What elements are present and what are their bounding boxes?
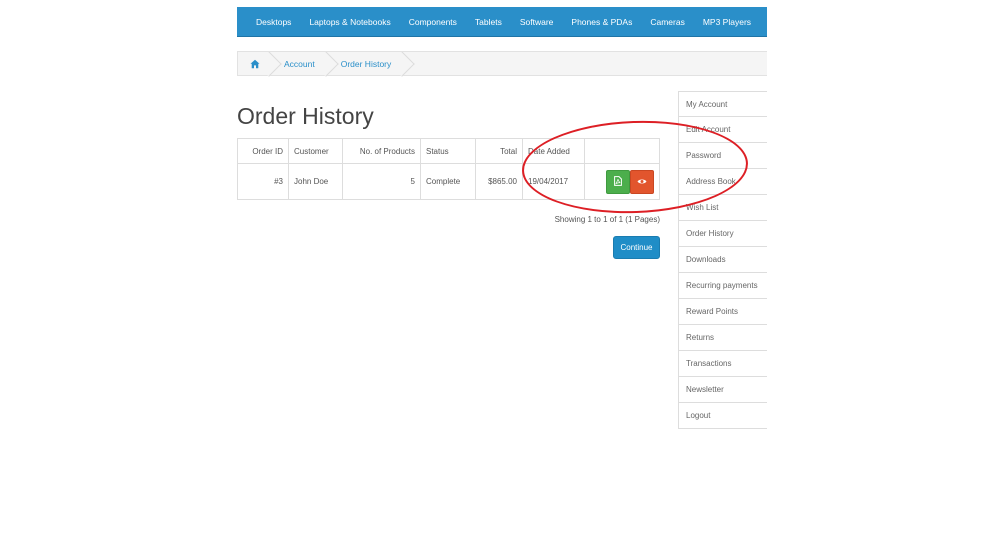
header-actions xyxy=(584,138,660,164)
page-title: Order History xyxy=(237,103,374,129)
sidebar-item-order-history[interactable]: Order History xyxy=(678,221,767,247)
nav-item-cameras[interactable]: Cameras xyxy=(650,17,684,27)
cell-status: Complete xyxy=(420,163,476,200)
cell-order-id: #3 xyxy=(237,163,289,200)
sidebar-item-downloads[interactable]: Downloads xyxy=(678,247,767,273)
account-sidebar: My Account Edit Account Password Address… xyxy=(678,91,767,429)
sidebar-item-returns[interactable]: Returns xyxy=(678,325,767,351)
sidebar-item-wish-list[interactable]: Wish List xyxy=(678,195,767,221)
cell-actions xyxy=(584,163,660,200)
sidebar-item-password[interactable]: Password xyxy=(678,143,767,169)
pagination-results: Showing 1 to 1 of 1 (1 Pages) xyxy=(554,215,660,224)
nav-item-phones-pdas[interactable]: Phones & PDAs xyxy=(571,17,632,27)
eye-icon xyxy=(637,179,647,184)
nav-item-laptops-notebooks[interactable]: Laptops & Notebooks xyxy=(309,17,390,27)
breadcrumb-order-history-label: Order History xyxy=(340,58,392,69)
table-row: #3 John Doe 5 Complete $865.00 19/04/201… xyxy=(237,163,660,200)
header-products: No. of Products xyxy=(342,138,421,164)
view-button[interactable] xyxy=(630,169,654,194)
order-table: Order ID Customer No. of Products Status… xyxy=(237,138,660,200)
nav-item-tablets[interactable]: Tablets xyxy=(475,17,502,27)
sidebar-item-reward-points[interactable]: Reward Points xyxy=(678,299,767,325)
breadcrumb-home[interactable] xyxy=(238,52,272,75)
header-customer: Customer xyxy=(288,138,343,164)
sidebar-item-logout[interactable]: Logout xyxy=(678,403,767,429)
sidebar-item-address-book[interactable]: Address Book xyxy=(678,169,767,195)
continue-button[interactable]: Continue xyxy=(613,236,660,259)
nav-item-desktops[interactable]: Desktops xyxy=(256,17,291,27)
pdf-button[interactable] xyxy=(606,169,630,194)
cell-customer: John Doe xyxy=(288,163,343,200)
breadcrumb-order-history[interactable]: Order History xyxy=(329,52,406,75)
breadcrumb: Account Order History xyxy=(237,51,767,76)
sidebar-item-edit-account[interactable]: Edit Account xyxy=(678,117,767,143)
nav-item-mp3-players[interactable]: MP3 Players xyxy=(703,17,751,27)
top-nav-list: Desktops Laptops & Notebooks Components … xyxy=(237,7,767,36)
header-status: Status xyxy=(420,138,476,164)
sidebar-item-my-account[interactable]: My Account xyxy=(678,91,767,117)
nav-item-software[interactable]: Software xyxy=(520,17,554,27)
table-header-row: Order ID Customer No. of Products Status… xyxy=(237,138,660,164)
top-nav: Desktops Laptops & Notebooks Components … xyxy=(237,7,767,37)
sidebar-item-transactions[interactable]: Transactions xyxy=(678,351,767,377)
sidebar-item-recurring-payments[interactable]: Recurring payments xyxy=(678,273,767,299)
cell-total: $865.00 xyxy=(475,163,523,200)
nav-item-components[interactable]: Components xyxy=(409,17,457,27)
header-order-id: Order ID xyxy=(237,138,289,164)
breadcrumb-account-label: Account xyxy=(284,58,315,69)
sidebar-item-newsletter[interactable]: Newsletter xyxy=(678,377,767,403)
pdf-file-icon xyxy=(614,176,622,187)
header-date-added: Date Added xyxy=(522,138,585,164)
cell-date-added: 19/04/2017 xyxy=(522,163,585,200)
home-icon xyxy=(250,59,260,68)
header-total: Total xyxy=(475,138,523,164)
cell-products: 5 xyxy=(342,163,421,200)
